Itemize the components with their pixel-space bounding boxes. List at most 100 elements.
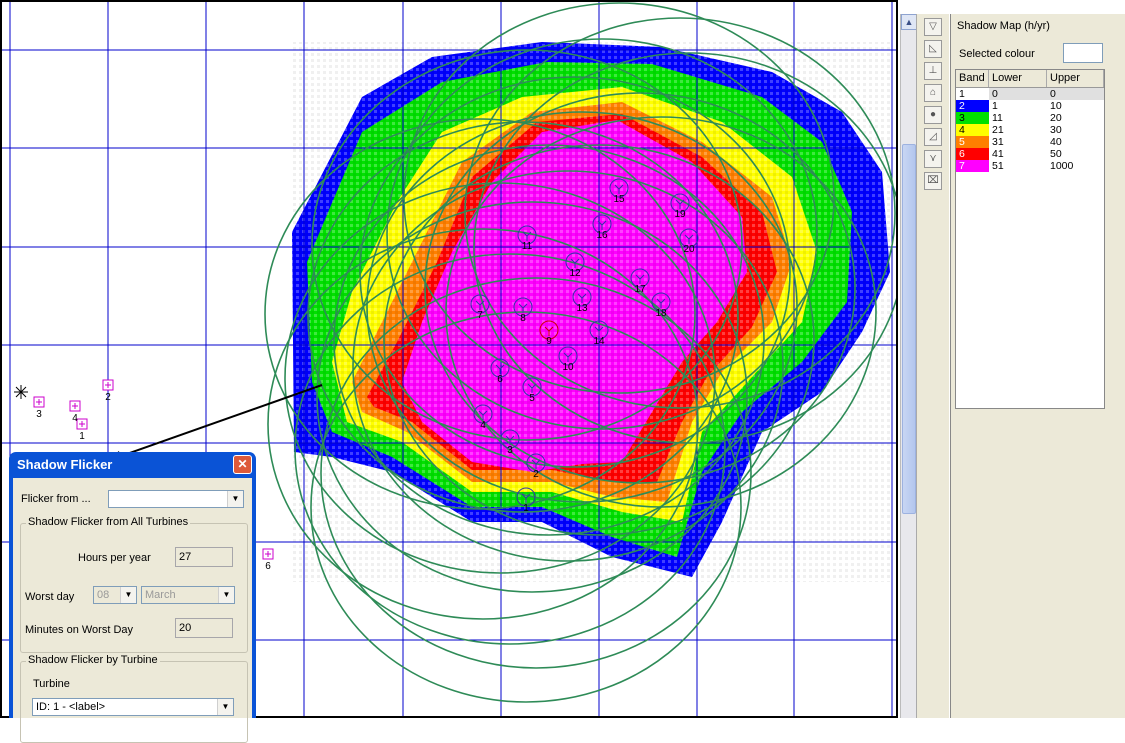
turbine-label: 10 <box>562 362 574 373</box>
turbine-label: 17 <box>634 284 646 295</box>
minutes-value: 20 <box>175 618 233 638</box>
worst-month-select[interactable]: March ▼ <box>141 586 235 604</box>
turbine-tool-icon[interactable]: ⊥ <box>924 62 942 80</box>
legend-panel: Shadow Map (h/yr) Selected colour Band L… <box>950 14 1125 718</box>
receptor-house-icon[interactable]: 2 <box>102 379 114 403</box>
band-number: 3 <box>956 112 989 124</box>
turbine-label: 1 <box>523 503 529 514</box>
band-lower: 0 <box>992 88 998 100</box>
band-upper: 1000 <box>1050 160 1074 172</box>
scroll-thumb[interactable] <box>902 144 916 514</box>
band-lower: 31 <box>992 136 1004 148</box>
band-lower: 1 <box>992 100 998 112</box>
band-number: 2 <box>956 100 989 112</box>
north-star-icon <box>14 385 28 399</box>
band-number: 5 <box>956 136 989 148</box>
band-number: 7 <box>956 160 989 172</box>
chevron-down-icon[interactable]: ▼ <box>218 587 234 603</box>
filter-icon[interactable]: ▽ <box>924 18 942 36</box>
turbine-label: 14 <box>593 336 605 347</box>
turbine-label: 18 <box>655 308 667 319</box>
band-lower: 11 <box>992 112 1003 124</box>
band-table[interactable]: Band Lower Upper 1 0 0 2 1 10 3 11 20 4 21 30 5 31 40 6… <box>955 69 1105 409</box>
hours-label: Hours per year <box>78 552 151 564</box>
line-tool-icon[interactable]: ◿ <box>924 128 942 146</box>
house-tool-icon[interactable]: ⌂ <box>924 84 942 102</box>
flicker-from-select[interactable]: ▼ <box>108 490 244 508</box>
worst-month-value: March <box>145 589 176 601</box>
band-number: 6 <box>956 148 989 160</box>
selected-colour-swatch[interactable] <box>1063 43 1103 63</box>
worst-day-select[interactable]: 08 ▼ <box>93 586 137 604</box>
turbine-label: 4 <box>480 420 486 431</box>
band-lower: 51 <box>992 160 1004 172</box>
header-lower[interactable]: Lower <box>989 70 1047 87</box>
chevron-down-icon[interactable]: ▼ <box>217 699 233 715</box>
band-row[interactable]: 7 51 1000 <box>956 160 1104 172</box>
receptor-house-icon[interactable]: 3 <box>33 396 45 420</box>
chevron-down-icon[interactable]: ▼ <box>227 491 243 507</box>
turbine-label: 13 <box>576 303 588 314</box>
turbine-label: 16 <box>596 230 608 241</box>
band-row[interactable]: 5 31 40 <box>956 136 1104 148</box>
receptor-label: 6 <box>265 561 271 572</box>
band-upper: 30 <box>1050 124 1062 136</box>
receptor-label: 2 <box>105 392 111 403</box>
point-tool-icon[interactable]: ● <box>924 106 942 124</box>
worst-day-value: 08 <box>97 589 110 601</box>
band-number: 1 <box>956 88 989 100</box>
flicker-from-label: Flicker from ... <box>21 493 91 505</box>
map-toolbar: ▽ ◺ ⊥ ⌂ ● ◿ ⋎ ⌧ <box>916 14 949 718</box>
turbine-label: 19 <box>674 209 686 220</box>
turbine-select[interactable]: ID: 1 - <label> ▼ <box>32 698 234 716</box>
band-table-header: Band Lower Upper <box>956 70 1104 88</box>
receptor-label: 3 <box>36 409 42 420</box>
band-row[interactable]: 2 1 10 <box>956 100 1104 112</box>
band-row[interactable]: 4 21 30 <box>956 124 1104 136</box>
turbine-label: 7 <box>477 310 483 321</box>
turbine-label: 20 <box>683 244 695 255</box>
legend-title: Shadow Map (h/yr) <box>957 20 1050 32</box>
band-upper: 50 <box>1050 148 1062 160</box>
turbine-label: 3 <box>507 445 513 456</box>
selected-colour-label: Selected colour <box>959 48 1035 60</box>
turbine-label: 9 <box>546 336 552 347</box>
chevron-down-icon[interactable]: ▼ <box>120 587 136 603</box>
turbine-label: Turbine <box>33 678 70 690</box>
turbine-label: 6 <box>497 374 503 385</box>
turbine-label: 2 <box>533 469 539 480</box>
minutes-label: Minutes on Worst Day <box>25 624 134 636</box>
band-row[interactable]: 6 41 50 <box>956 148 1104 160</box>
chart-icon[interactable]: ◺ <box>924 40 942 58</box>
band-upper: 20 <box>1050 112 1062 124</box>
receptor-tool-icon[interactable]: ⌧ <box>924 172 942 190</box>
shadow-flicker-dialog: Shadow Flicker ✕ Flicker from ... ▼ Shad… <box>9 452 256 743</box>
header-band[interactable]: Band <box>956 70 989 87</box>
header-upper[interactable]: Upper <box>1047 70 1104 87</box>
dialog-body: Flicker from ... ▼ Shadow Flicker from A… <box>13 478 252 743</box>
band-upper: 40 <box>1050 136 1062 148</box>
turbine-label: 12 <box>569 268 581 279</box>
receptor-house-icon[interactable]: 6 <box>262 548 274 572</box>
close-icon[interactable]: ✕ <box>233 455 252 474</box>
band-lower: 21 <box>992 124 1004 136</box>
receptor-label: 4 <box>72 413 78 424</box>
dialog-title: Shadow Flicker <box>17 457 113 472</box>
band-lower: 41 <box>992 148 1004 160</box>
band-upper: 0 <box>1050 88 1056 100</box>
receptor-label: 1 <box>79 431 85 442</box>
band-row[interactable]: 100 <box>956 88 1104 100</box>
worst-day-label: Worst day <box>25 591 75 603</box>
turbine-value: ID: 1 - <label> <box>36 701 106 713</box>
turbine-label: 5 <box>529 393 535 404</box>
vertical-scrollbar[interactable]: ▲ <box>900 14 917 718</box>
receptor-house-icon[interactable]: 1 <box>76 418 88 442</box>
turbine-label: 8 <box>520 313 526 324</box>
hours-value: 27 <box>175 547 233 567</box>
scroll-up-arrow-icon[interactable]: ▲ <box>901 14 917 30</box>
zone-tool-icon[interactable]: ⋎ <box>924 150 942 168</box>
band-row[interactable]: 3 11 20 <box>956 112 1104 124</box>
all-turbines-group-label: Shadow Flicker from All Turbines <box>26 516 191 528</box>
turbine-label: 15 <box>613 194 625 205</box>
by-turbine-group-label: Shadow Flicker by Turbine <box>26 654 160 666</box>
